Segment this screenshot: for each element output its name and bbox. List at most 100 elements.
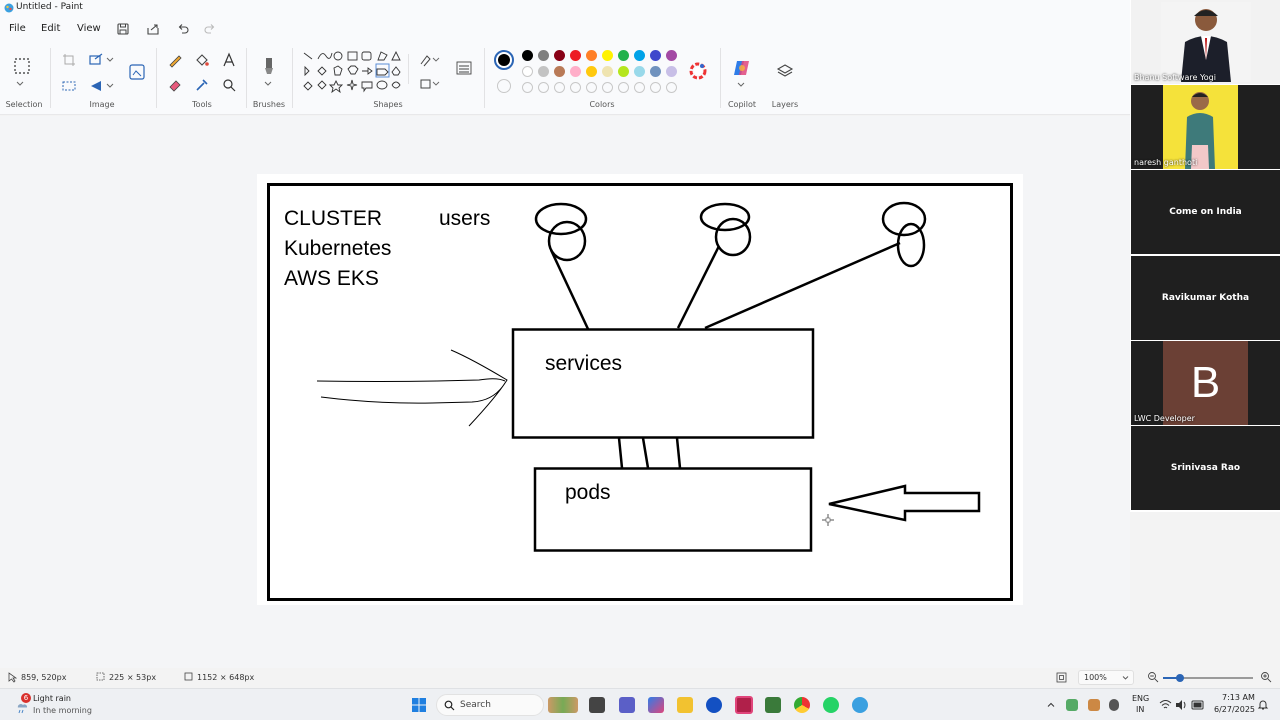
color-swatch[interactable]: [570, 50, 581, 61]
zoom-slider-thumb[interactable]: [1176, 674, 1184, 682]
crop-icon[interactable]: [62, 53, 76, 67]
color-swatch[interactable]: [586, 66, 597, 77]
text-icon[interactable]: [221, 52, 237, 68]
custom-color-slot[interactable]: [554, 82, 565, 93]
color-swatch[interactable]: [538, 50, 549, 61]
tray-icon[interactable]: [1088, 699, 1100, 711]
microphone-icon[interactable]: [1109, 699, 1119, 711]
zoom-slider[interactable]: [1163, 674, 1253, 682]
custom-color-slot[interactable]: [666, 82, 677, 93]
whatsapp-icon[interactable]: [823, 697, 839, 713]
color-swatch[interactable]: [634, 50, 645, 61]
active-app-icon[interactable]: [735, 696, 753, 714]
tray-icon[interactable]: [1066, 699, 1078, 711]
custom-color-slot[interactable]: [650, 82, 661, 93]
resize-icon[interactable]: [89, 53, 103, 67]
color-picker-icon[interactable]: [194, 77, 210, 93]
color-swatch[interactable]: [554, 66, 565, 77]
selection-icon[interactable]: [13, 57, 31, 75]
clock-date[interactable]: 6/27/2025: [1214, 705, 1255, 714]
share-icon[interactable]: [145, 21, 161, 37]
chevron-down-icon[interactable]: [106, 82, 114, 90]
select-all-icon[interactable]: [62, 79, 76, 93]
drawing-canvas[interactable]: CLUSTER Kubernetes AWS EKS users service…: [257, 174, 1023, 605]
chevron-down-icon[interactable]: [106, 56, 114, 64]
shapes-gallery[interactable]: [300, 48, 406, 98]
teams-icon[interactable]: [619, 697, 635, 713]
copilot-taskbar-icon[interactable]: [648, 697, 664, 713]
participant-tile[interactable]: Come on India: [1131, 170, 1280, 254]
chrome-icon[interactable]: [794, 697, 810, 713]
participant-tile[interactable]: Ravikumar Kotha: [1131, 256, 1280, 340]
pinned-app-icon[interactable]: [548, 697, 578, 713]
language-code[interactable]: ENG: [1132, 694, 1149, 703]
participant-tile[interactable]: Bhanu Software Yogi: [1131, 0, 1280, 84]
color-swatch[interactable]: [618, 50, 629, 61]
edit-colors-icon[interactable]: [689, 62, 707, 80]
color-swatch[interactable]: [634, 66, 645, 77]
custom-color-slot[interactable]: [602, 82, 613, 93]
taskbar-search[interactable]: Search: [436, 694, 544, 716]
color-swatch[interactable]: [570, 66, 581, 77]
menu-edit[interactable]: Edit: [41, 23, 60, 34]
redo-icon[interactable]: [202, 21, 218, 37]
clock-time[interactable]: 7:13 AM: [1222, 693, 1255, 702]
custom-color-slot[interactable]: [570, 82, 581, 93]
pencil-icon[interactable]: [167, 52, 183, 68]
participant-tile[interactable]: naresh ganthoti: [1131, 85, 1280, 169]
custom-color-slot[interactable]: [538, 82, 549, 93]
color-swatch[interactable]: [538, 66, 549, 77]
custom-color-slot[interactable]: [634, 82, 645, 93]
color-swatch[interactable]: [586, 50, 597, 61]
menu-view[interactable]: View: [77, 23, 101, 34]
menu-file[interactable]: File: [9, 23, 26, 34]
fit-to-window-icon[interactable]: [1056, 672, 1067, 683]
volume-icon[interactable]: [1175, 699, 1188, 711]
chevron-down-icon[interactable]: [14, 80, 26, 88]
current-color-primary[interactable]: [494, 50, 514, 70]
current-color-secondary[interactable]: [497, 79, 511, 93]
brush-icon[interactable]: [261, 56, 277, 76]
color-swatch[interactable]: [522, 50, 533, 61]
layers-icon[interactable]: [776, 62, 794, 80]
custom-color-slot[interactable]: [522, 82, 533, 93]
color-swatch[interactable]: [650, 66, 661, 77]
battery-icon[interactable]: [1191, 700, 1205, 710]
chevron-down-icon[interactable]: [264, 80, 272, 88]
custom-color-slot[interactable]: [586, 82, 597, 93]
zoom-in-icon[interactable]: [1260, 671, 1272, 683]
color-swatch[interactable]: [618, 66, 629, 77]
notification-bell-icon[interactable]: [1257, 699, 1269, 711]
color-swatch[interactable]: [522, 66, 533, 77]
outline-icon[interactable]: [418, 53, 440, 67]
custom-color-slot[interactable]: [618, 82, 629, 93]
windows-start-icon[interactable]: [411, 697, 427, 713]
zoom-out-icon[interactable]: [1147, 671, 1159, 683]
color-swatch[interactable]: [666, 66, 677, 77]
rotate-icon[interactable]: [89, 79, 103, 93]
weather-widget[interactable]: 6 Light rain In the morning: [15, 692, 95, 718]
color-swatch[interactable]: [650, 50, 661, 61]
color-swatch[interactable]: [602, 50, 613, 61]
participant-tile[interactable]: Srinivasa Rao: [1131, 426, 1280, 510]
fill-bucket-icon[interactable]: [194, 52, 210, 68]
magnifier-icon[interactable]: [221, 77, 237, 93]
eraser-icon[interactable]: [167, 77, 183, 93]
file-explorer-icon[interactable]: [677, 697, 693, 713]
zoom-app-icon[interactable]: [706, 697, 722, 713]
size-icon[interactable]: [455, 59, 473, 77]
color-swatch[interactable]: [554, 50, 565, 61]
fill-icon[interactable]: [418, 77, 440, 91]
undo-icon[interactable]: [175, 21, 191, 37]
chevron-down-icon[interactable]: [737, 81, 745, 89]
app-icon[interactable]: [765, 697, 781, 713]
wifi-icon[interactable]: [1159, 699, 1172, 711]
copilot-icon[interactable]: [732, 58, 752, 78]
zoom-select[interactable]: 100%: [1078, 670, 1134, 685]
paint-taskbar-icon[interactable]: [852, 697, 868, 713]
task-view-icon[interactable]: [589, 697, 605, 713]
chevron-up-icon[interactable]: [1046, 700, 1056, 710]
participant-tile[interactable]: B LWC Developer: [1131, 341, 1280, 425]
language-region[interactable]: IN: [1136, 705, 1144, 714]
color-swatch[interactable]: [666, 50, 677, 61]
